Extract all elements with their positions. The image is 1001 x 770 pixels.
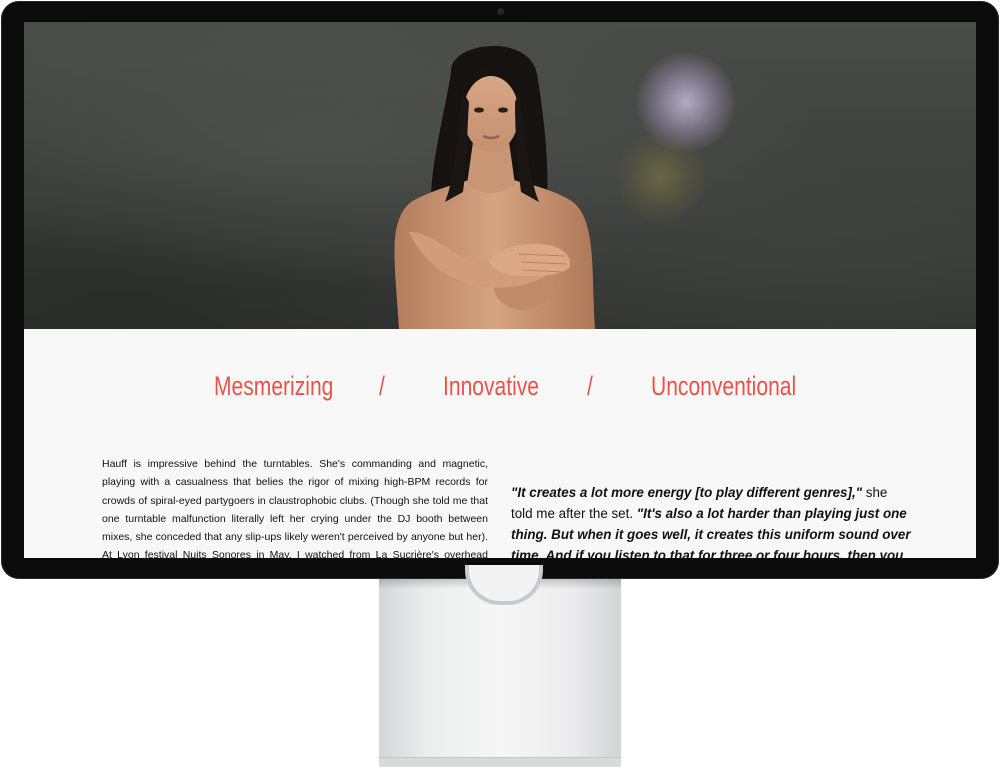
headline-tagline: Mesmerizing / Innovative / Unconventiona… [24,366,976,406]
woman-portrait-photo [394,45,595,329]
stand-hinge [465,565,543,605]
tagline-separator: / [379,371,385,401]
camera-icon [497,8,504,15]
tagline-separator: / [587,371,593,401]
article-paragraph: Hauff is impressive behind the turntable… [102,458,488,558]
article-pull-quote: "It creates a lot more energy [to play d… [511,482,911,558]
quote-bold-1: "It creates a lot more energy [to play d… [511,485,863,500]
tagline-word-innovative: Innovative [443,371,540,401]
stand-base [379,757,621,767]
hero-image [24,22,976,329]
tagline-word-unconventional: Unconventional [651,371,797,401]
lens-flare [616,132,706,222]
monitor-frame: Mesmerizing / Innovative / Unconventiona… [1,1,999,579]
browser-viewport[interactable]: Mesmerizing / Innovative / Unconventiona… [24,22,976,558]
tagline-word-mesmerizing: Mesmerizing [214,371,334,401]
monitor-stand [379,565,621,766]
